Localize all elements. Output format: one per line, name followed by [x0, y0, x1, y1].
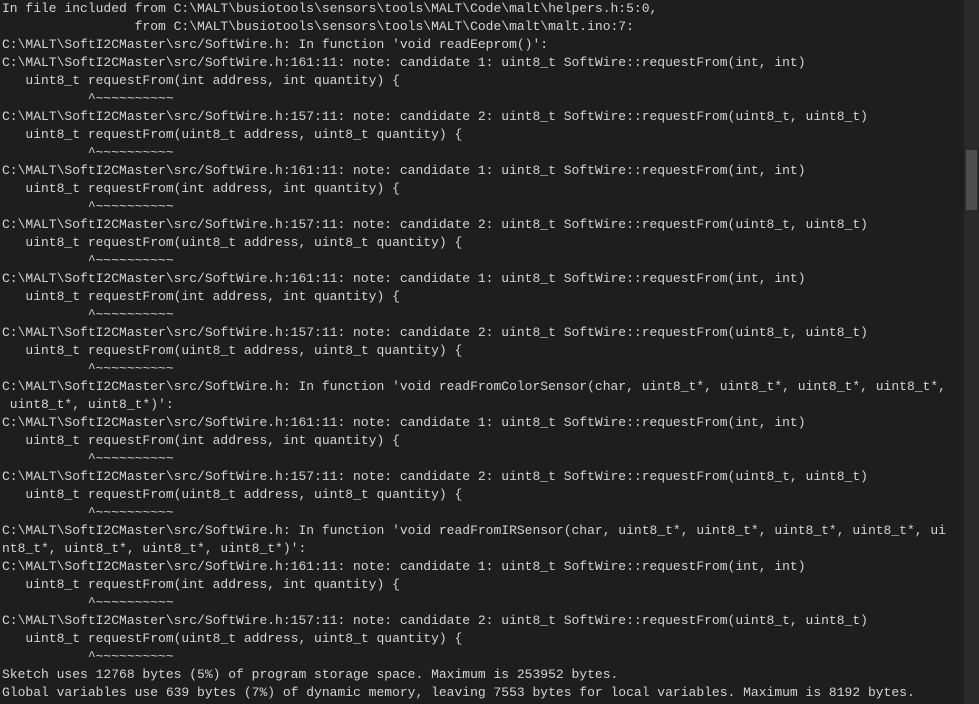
scrollbar-thumb[interactable] — [966, 150, 977, 210]
scrollbar-track[interactable] — [964, 0, 979, 704]
compiler-output: In file included from C:\MALT\busiotools… — [0, 0, 966, 704]
